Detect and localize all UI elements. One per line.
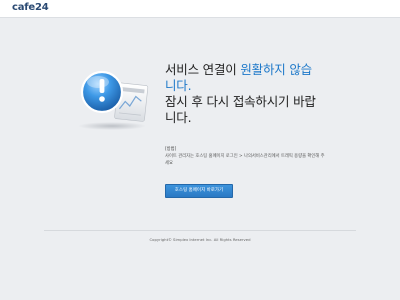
title-line-2: 니다.	[165, 78, 192, 93]
guide-label: [방법]	[165, 147, 177, 152]
exclamation-warning-icon	[72, 62, 152, 132]
title-text: 서비스 연결이	[165, 62, 241, 77]
cafe24-logo[interactable]: cafe24	[12, 2, 49, 13]
guide-section: [방법] 사이트 관리자는 호스팅 홈페이지 로그인 > 나의서비스관리에서 트…	[165, 146, 325, 167]
hosting-homepage-button[interactable]: 호스팅 홈페이지 바로가기	[165, 184, 233, 198]
divider	[44, 230, 356, 231]
logo-text: cafe	[12, 2, 36, 13]
logo-number: 24	[35, 2, 49, 13]
title-line-3: 잠시 후 다시 접속하시기 바랍	[165, 94, 316, 109]
top-bar: cafe24	[0, 0, 400, 18]
footer-copyright: Copyright© Simplex Internet Inc. All Rig…	[149, 237, 251, 242]
title-line-1: 서비스 연결이 원활하지 않습	[165, 62, 365, 78]
title-highlight: 원활하지 않습	[240, 62, 312, 77]
guide-text: 사이트 관리자는 호스팅 홈페이지 로그인 > 나의서비스관리에서 트래픽 용량…	[165, 154, 325, 166]
warning-illustration	[78, 70, 149, 130]
page-title: 서비스 연결이 원활하지 않습 니다. 잠시 후 다시 접속하시기 바랍 니다.	[165, 62, 365, 126]
title-line-4: 니다.	[165, 110, 192, 125]
